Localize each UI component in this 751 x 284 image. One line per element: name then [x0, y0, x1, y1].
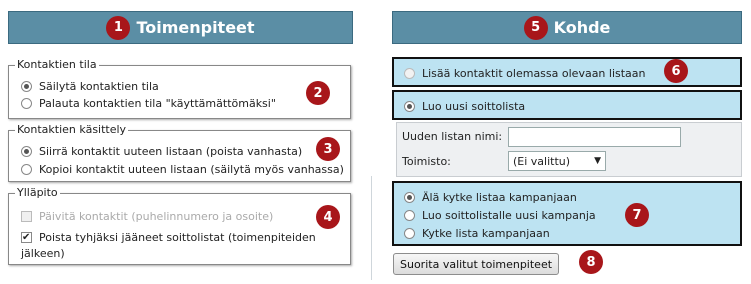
step-badge-8: 8	[579, 250, 603, 274]
radio-new-campaign-label: Luo soittolistalle uusi kampanja	[422, 209, 596, 222]
radio-button[interactable]	[404, 210, 415, 221]
radio-no-campaign-label: Älä kytke listaa kampanjaan	[422, 191, 577, 204]
radio-button[interactable]	[404, 228, 415, 239]
office-select-value: (Ei valittu)	[513, 154, 571, 168]
step-badge-5: 5	[523, 15, 548, 40]
radio-new-list[interactable]: Luo uusi soittolista	[404, 100, 525, 113]
maintenance-legend: Ylläpito	[15, 186, 60, 199]
list-name-input[interactable]	[508, 127, 681, 147]
vertical-divider	[371, 176, 372, 280]
checkbox-remove-empty-lists-label-cont: jälkeen)	[21, 247, 65, 260]
radio-copy-contacts[interactable]: Kopioi kontaktit uuteen listaan (säilytä…	[21, 163, 344, 176]
checkbox[interactable]	[21, 232, 32, 243]
office-select[interactable]: (Ei valittu) ▼	[508, 151, 606, 171]
radio-new-list-label: Luo uusi soittolista	[422, 100, 526, 113]
radio-button[interactable]	[21, 146, 32, 157]
checkbox-update-contacts[interactable]: Päivitä kontaktit (puhelinnumero ja osoi…	[21, 210, 273, 223]
contact-handling-legend: Kontaktien käsittely	[15, 123, 129, 136]
step-badge-3: 3	[316, 137, 340, 161]
actions-header-title: Toimenpiteet	[136, 18, 255, 37]
radio-keep-state[interactable]: Säilytä kontaktien tila	[21, 80, 159, 93]
run-actions-button[interactable]: Suorita valitut toimenpiteet	[393, 253, 560, 275]
maintenance-group: Ylläpito Päivitä kontaktit (puhelinnumer…	[8, 186, 351, 265]
dropdown-arrow-icon: ▼	[594, 156, 601, 166]
contact-handling-group: Kontaktien käsittely Siirrä kontaktit uu…	[8, 123, 351, 182]
radio-reset-state[interactable]: Palauta kontaktien tila "käyttämättömäks…	[21, 97, 276, 110]
checkbox-remove-empty-lists-label-2: jälkeen)	[21, 247, 65, 260]
radio-keep-state-label: Säilytä kontaktien tila	[39, 80, 159, 93]
actions-header: 1 Toimenpiteet	[8, 11, 353, 44]
target-header: 5 Kohde	[392, 11, 742, 44]
radio-button[interactable]	[404, 192, 415, 203]
radio-button[interactable]	[21, 164, 32, 175]
checkbox-remove-empty-lists[interactable]: Poista tyhjäksi jääneet soittolistat (to…	[21, 231, 316, 244]
radio-reset-state-label: Palauta kontaktien tila "käyttämättömäks…	[39, 97, 276, 110]
radio-add-existing-label: Lisää kontaktit olemassa olevaan listaan	[422, 67, 646, 80]
checkbox-update-contacts-label: Päivitä kontaktit (puhelinnumero ja osoi…	[39, 210, 274, 223]
radio-new-campaign[interactable]: Luo soittolistalle uusi kampanja	[404, 209, 596, 222]
step-badge-7: 7	[625, 203, 649, 227]
contact-state-group: Kontaktien tila Säilytä kontaktien tila …	[8, 58, 351, 119]
office-label: Toimisto:	[402, 155, 451, 168]
radio-button[interactable]	[404, 68, 415, 79]
step-badge-4: 4	[316, 205, 340, 229]
step-badge-1: 1	[106, 15, 131, 40]
radio-no-campaign[interactable]: Älä kytke listaa kampanjaan	[404, 191, 577, 204]
contact-state-legend: Kontaktien tila	[15, 58, 99, 71]
step-badge-2: 2	[306, 81, 330, 105]
radio-copy-contacts-label: Kopioi kontaktit uuteen listaan (säilytä…	[39, 163, 344, 176]
checkbox[interactable]	[21, 211, 32, 222]
radio-add-existing[interactable]: Lisää kontaktit olemassa olevaan listaan	[404, 67, 646, 80]
step-badge-6: 6	[664, 59, 688, 83]
new-list-option[interactable]: Luo uusi soittolista	[392, 90, 742, 120]
target-header-title: Kohde	[553, 18, 611, 37]
radio-button[interactable]	[21, 98, 32, 109]
radio-button[interactable]	[21, 81, 32, 92]
radio-link-campaign[interactable]: Kytke lista kampanjaan	[404, 227, 550, 240]
checkbox-remove-empty-lists-label: Poista tyhjäksi jääneet soittolistat (to…	[39, 231, 316, 244]
radio-move-contacts-label: Siirrä kontaktit uuteen listaan (poista …	[39, 145, 303, 158]
radio-link-campaign-label: Kytke lista kampanjaan	[422, 227, 550, 240]
add-existing-option[interactable]: Lisää kontaktit olemassa olevaan listaan	[392, 57, 742, 87]
radio-move-contacts[interactable]: Siirrä kontaktit uuteen listaan (poista …	[21, 145, 302, 158]
radio-button[interactable]	[404, 101, 415, 112]
campaign-options: Älä kytke listaa kampanjaan Luo soittoli…	[392, 181, 742, 246]
list-name-label: Uuden listan nimi:	[402, 130, 503, 143]
